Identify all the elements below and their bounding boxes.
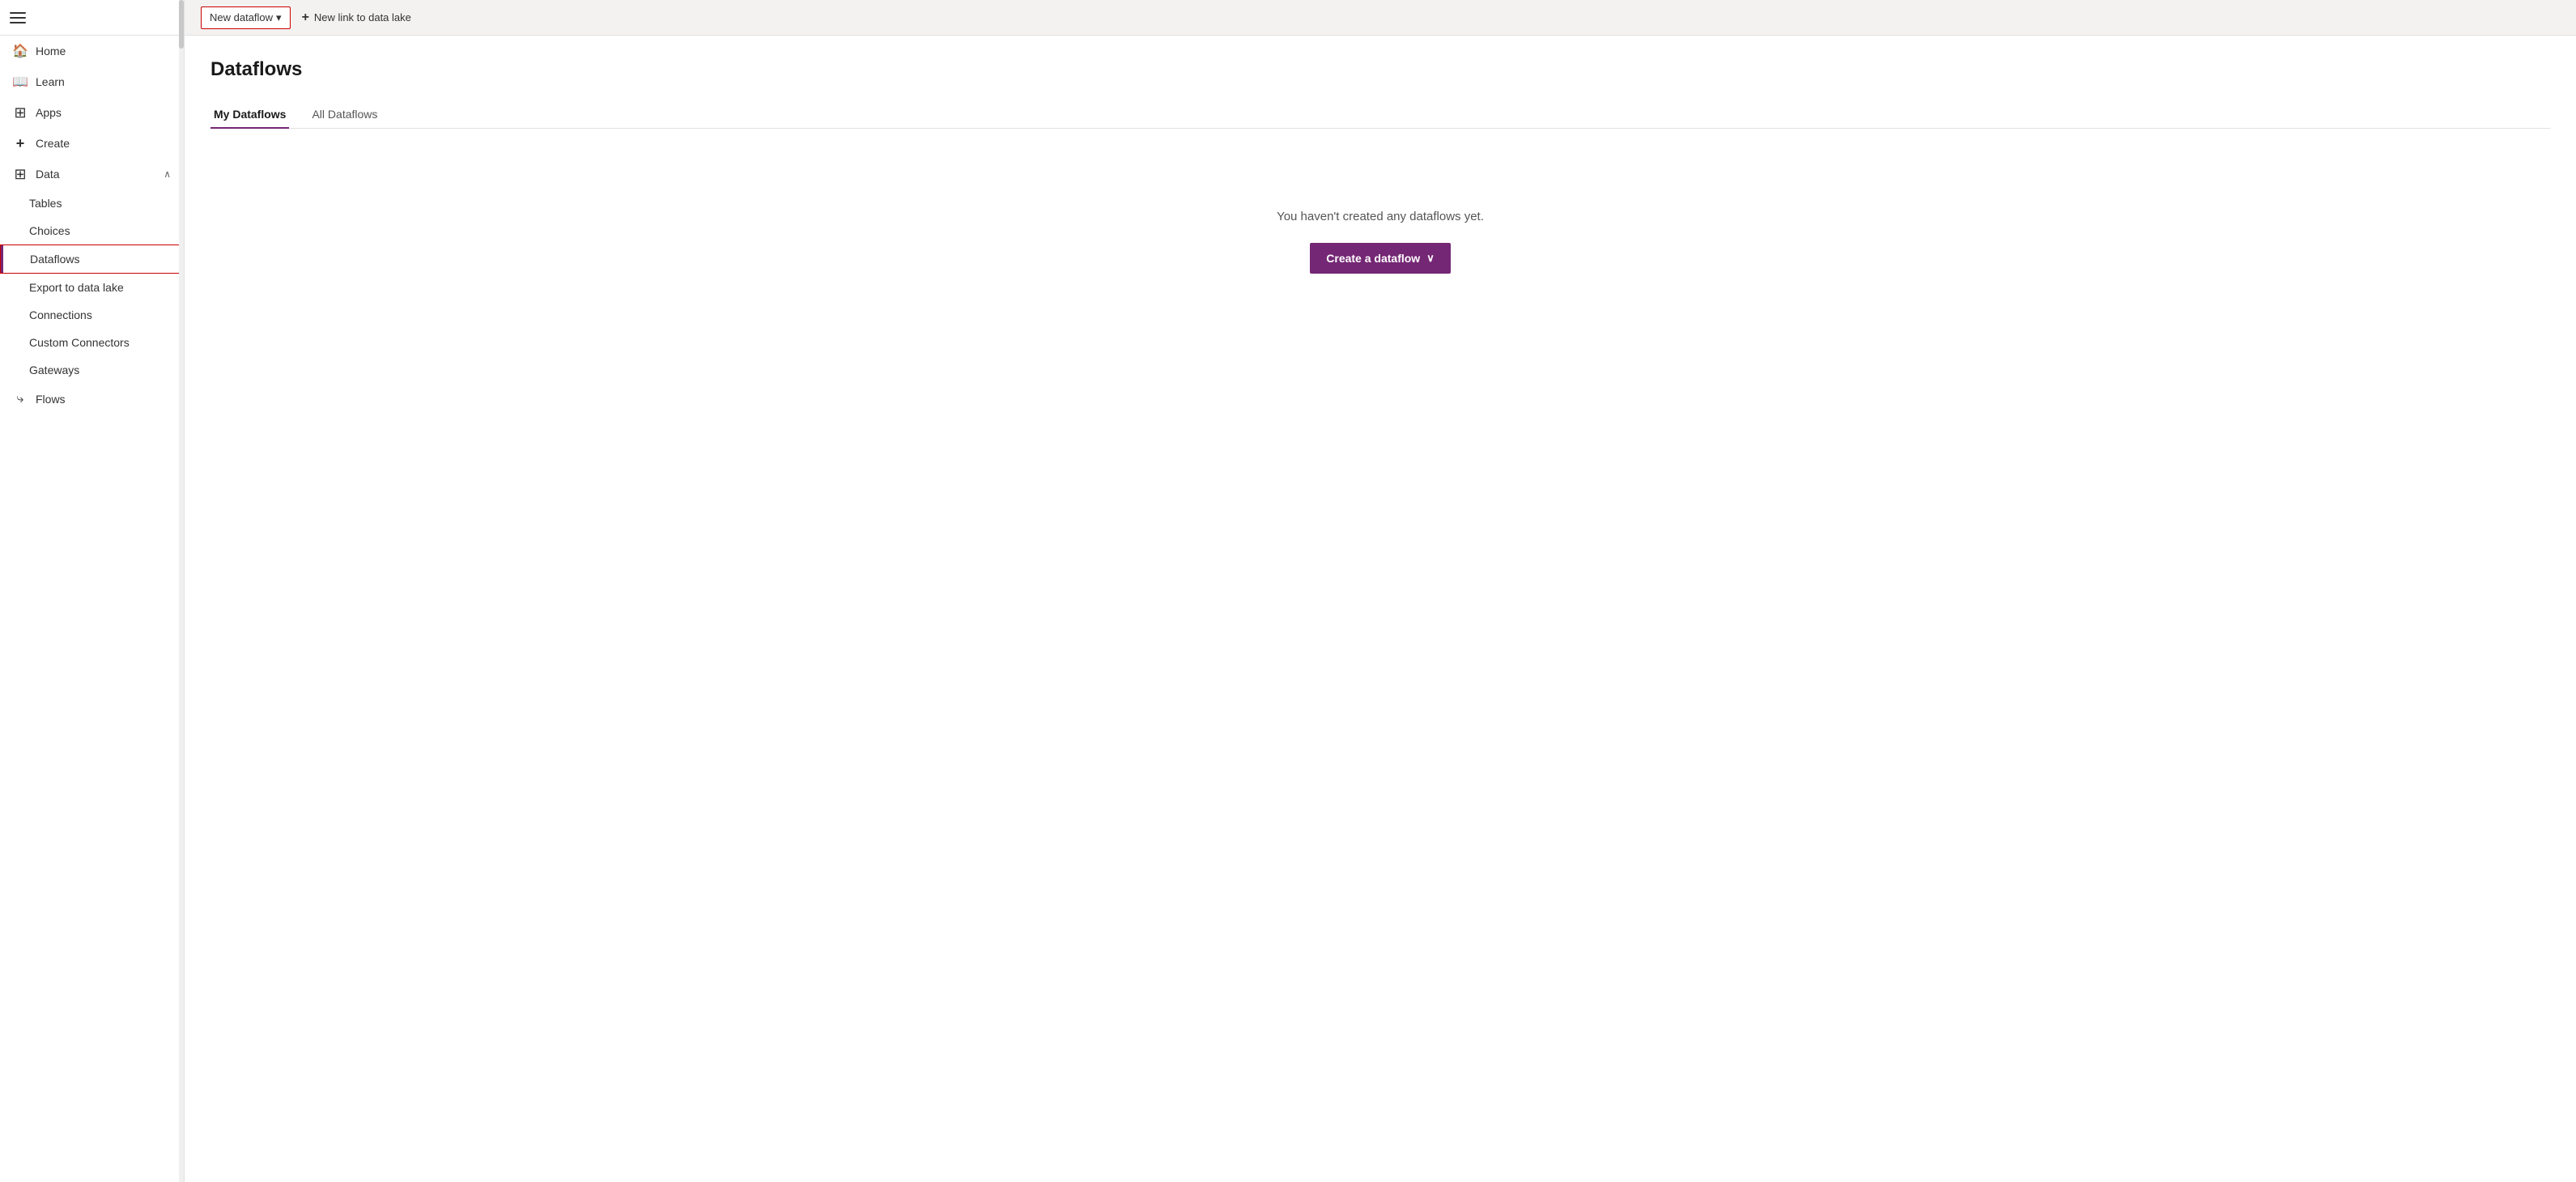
new-dataflow-dropdown-icon: ▾ xyxy=(276,11,282,24)
sidebar-scrollbar-thumb[interactable] xyxy=(179,0,184,49)
create-dataflow-chevron-icon: ∨ xyxy=(1426,252,1435,265)
new-dataflow-button[interactable]: New dataflow ▾ xyxy=(201,6,291,29)
tab-my-dataflows[interactable]: My Dataflows xyxy=(210,101,289,129)
sidebar-item-data[interactable]: ⊞ Data ∧ xyxy=(0,159,184,189)
sidebar-item-dataflows-label: Dataflows xyxy=(30,253,79,266)
sidebar-item-choices[interactable]: Choices xyxy=(0,217,184,244)
flows-icon: ⤷ xyxy=(13,392,28,406)
hamburger-menu-icon[interactable] xyxy=(10,10,26,26)
sidebar-item-dataflows[interactable]: Dataflows xyxy=(0,244,184,274)
sidebar-top-bar xyxy=(0,0,184,36)
sidebar: 🏠 Home 📖 Learn ⊞ Apps + Create ⊞ Data ∧ … xyxy=(0,0,185,1182)
main-content: New dataflow ▾ + New link to data lake D… xyxy=(185,0,2576,1182)
sidebar-item-export-data-lake-label: Export to data lake xyxy=(29,281,124,294)
sidebar-item-create[interactable]: + Create xyxy=(0,128,184,159)
tabs: My Dataflows All Dataflows xyxy=(210,100,2550,129)
new-link-data-lake-button[interactable]: + New link to data lake xyxy=(294,6,419,29)
content-area: Dataflows My Dataflows All Dataflows You… xyxy=(185,36,2576,1182)
sidebar-item-learn[interactable]: 📖 Learn xyxy=(0,66,184,97)
apps-icon: ⊞ xyxy=(13,105,28,120)
sidebar-item-learn-label: Learn xyxy=(36,75,65,88)
data-icon: ⊞ xyxy=(13,167,28,181)
data-chevron-icon: ∧ xyxy=(164,168,171,180)
create-dataflow-label: Create a dataflow xyxy=(1326,252,1420,265)
sidebar-item-connections-label: Connections xyxy=(29,308,92,321)
sidebar-item-tables-label: Tables xyxy=(29,197,62,210)
page-title: Dataflows xyxy=(210,58,2550,81)
learn-icon: 📖 xyxy=(13,74,28,89)
home-icon: 🏠 xyxy=(13,44,28,58)
sidebar-item-data-label: Data xyxy=(36,168,60,181)
sidebar-item-connections[interactable]: Connections xyxy=(0,301,184,329)
create-icon: + xyxy=(13,136,28,151)
plus-icon: + xyxy=(302,11,309,25)
sidebar-item-create-label: Create xyxy=(36,137,70,150)
sidebar-item-apps[interactable]: ⊞ Apps xyxy=(0,97,184,128)
tab-my-dataflows-label: My Dataflows xyxy=(214,108,286,121)
empty-state: You haven't created any dataflows yet. C… xyxy=(210,161,2550,322)
sidebar-item-custom-connectors[interactable]: Custom Connectors xyxy=(0,329,184,356)
tab-all-dataflows[interactable]: All Dataflows xyxy=(308,101,380,129)
new-dataflow-label: New dataflow xyxy=(210,11,273,23)
sidebar-item-gateways-label: Gateways xyxy=(29,364,79,376)
sidebar-item-flows[interactable]: ⤷ Flows xyxy=(0,384,184,415)
new-link-label: New link to data lake xyxy=(314,11,411,23)
sidebar-item-export-data-lake[interactable]: Export to data lake xyxy=(0,274,184,301)
sidebar-item-choices-label: Choices xyxy=(29,224,70,237)
sidebar-item-custom-connectors-label: Custom Connectors xyxy=(29,336,130,349)
sidebar-item-tables[interactable]: Tables xyxy=(0,189,184,217)
create-dataflow-button[interactable]: Create a dataflow ∨ xyxy=(1310,243,1450,274)
sidebar-scrollbar[interactable] xyxy=(179,0,184,1182)
sidebar-item-gateways[interactable]: Gateways xyxy=(0,356,184,384)
sidebar-item-home-label: Home xyxy=(36,45,66,57)
sidebar-item-apps-label: Apps xyxy=(36,106,62,119)
empty-message: You haven't created any dataflows yet. xyxy=(1277,210,1484,223)
tab-all-dataflows-label: All Dataflows xyxy=(312,108,377,121)
toolbar: New dataflow ▾ + New link to data lake xyxy=(185,0,2576,36)
sidebar-item-flows-label: Flows xyxy=(36,393,66,406)
sidebar-item-home[interactable]: 🏠 Home xyxy=(0,36,184,66)
